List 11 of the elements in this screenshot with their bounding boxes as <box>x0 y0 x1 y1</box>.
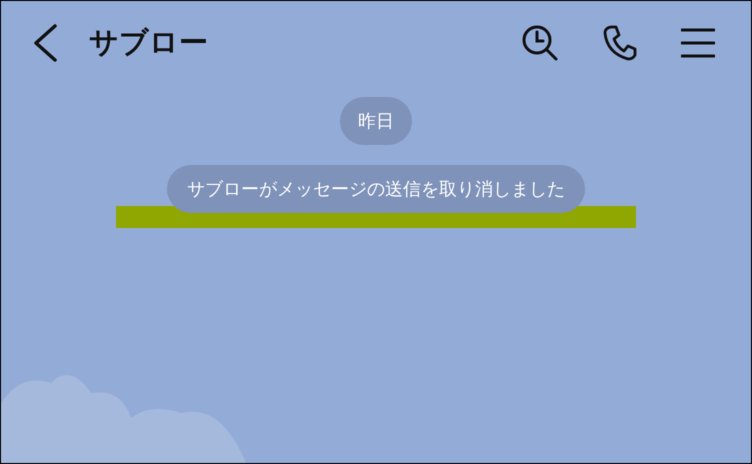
back-icon <box>31 24 59 62</box>
system-message: サブローがメッセージの送信を取り消しました <box>167 165 585 213</box>
search-button[interactable] <box>521 24 559 62</box>
back-button[interactable] <box>31 24 59 62</box>
date-separator: 昨日 <box>340 97 412 145</box>
call-button[interactable] <box>603 25 637 61</box>
chat-title: サブロー <box>89 24 209 61</box>
search-icon <box>521 24 559 62</box>
menu-button[interactable] <box>681 28 715 58</box>
phone-icon <box>603 25 637 61</box>
menu-icon <box>681 28 715 58</box>
